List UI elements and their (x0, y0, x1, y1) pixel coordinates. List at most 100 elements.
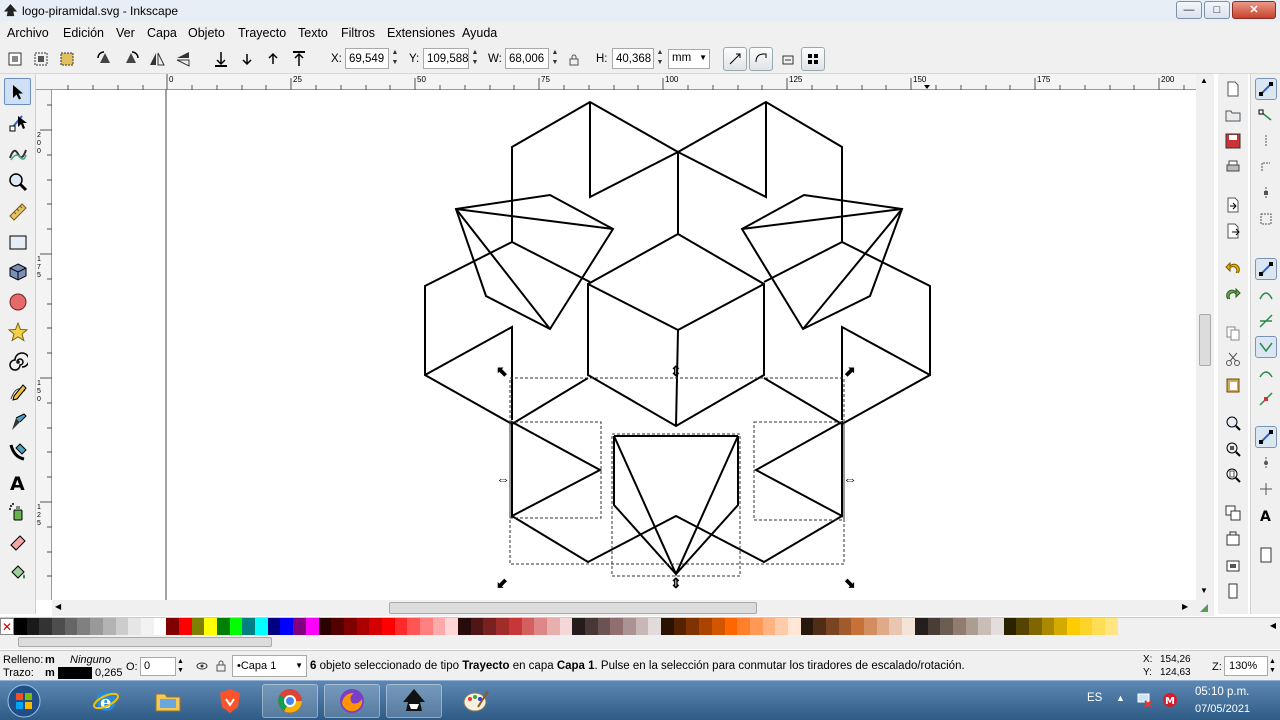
drawing-canvas[interactable]: ⬉ ⇕ ⬈ ⇔ ⇔ ⬋ ⇕ ⬊ (52, 90, 1196, 600)
palette-swatch[interactable] (178, 618, 192, 635)
tray-language[interactable]: ES (1087, 692, 1102, 704)
raise-to-top-button[interactable] (288, 48, 310, 70)
eye-visibility-icon[interactable] (196, 661, 208, 671)
palette-swatch[interactable] (914, 618, 928, 635)
scroll-down-icon[interactable]: ▼ (1200, 586, 1208, 595)
no-paint-swatch[interactable]: ✕ (0, 618, 14, 635)
path-top-right-fold[interactable] (677, 102, 767, 199)
palette-swatch[interactable] (280, 618, 294, 635)
palette-swatch[interactable] (876, 618, 890, 635)
export-button[interactable] (1222, 220, 1244, 242)
palette-swatch[interactable] (826, 618, 839, 635)
palette-swatch[interactable] (1105, 618, 1118, 635)
text-tool[interactable]: A (4, 468, 31, 495)
palette-swatch[interactable] (686, 618, 700, 635)
snap-bbox-midpoint-toggle[interactable] (1255, 182, 1277, 204)
palette-swatch[interactable] (204, 618, 217, 635)
palette-swatch[interactable] (64, 618, 78, 635)
palette-swatch[interactable] (331, 618, 344, 635)
copy-button[interactable] (1222, 322, 1244, 344)
open-button[interactable] (1222, 104, 1244, 126)
eraser-tool[interactable] (4, 528, 31, 555)
palette-swatch[interactable] (1079, 618, 1093, 635)
palette-swatch[interactable] (153, 618, 167, 635)
palette-swatch[interactable] (191, 618, 205, 635)
scale-handle-left[interactable]: ⇔ (496, 472, 510, 486)
palette-swatch[interactable] (77, 618, 91, 635)
palette-swatch[interactable] (724, 618, 738, 635)
rectangle-tool[interactable] (4, 228, 31, 255)
taskbar-chrome[interactable] (262, 684, 318, 718)
zoom-drawing-button[interactable] (1222, 438, 1244, 460)
palette-swatch[interactable] (508, 618, 522, 635)
palette-swatch[interactable] (749, 618, 763, 635)
network-icon[interactable] (1137, 693, 1153, 707)
palette-swatch[interactable] (1016, 618, 1029, 635)
palette-scroll-thumb[interactable] (18, 637, 272, 647)
lock-icon[interactable] (569, 54, 579, 66)
tray-expand-icon[interactable]: ▲ (1116, 693, 1125, 703)
palette-swatch[interactable] (166, 618, 179, 635)
import-button[interactable] (1222, 194, 1244, 216)
tray-time[interactable]: 05:10 p.m. (1195, 686, 1249, 698)
path-lower-left-triangle[interactable] (511, 420, 603, 518)
palette-swatch[interactable] (521, 618, 535, 635)
scale-handle-top-left[interactable]: ⬉ (496, 364, 508, 378)
palette-swatch[interactable] (673, 618, 687, 635)
path-top-right-hex[interactable] (677, 100, 843, 283)
menu-extensiones[interactable]: Extensiones (387, 26, 455, 40)
palette-swatch[interactable] (1003, 618, 1017, 635)
path-center-cube-edges[interactable] (587, 283, 765, 427)
palette-swatch[interactable] (737, 618, 750, 635)
palette-swatch[interactable] (648, 618, 662, 635)
palette-swatch[interactable] (343, 618, 357, 635)
palette-swatch[interactable] (623, 618, 636, 635)
palette-swatch[interactable] (128, 618, 141, 635)
drawing-artwork[interactable] (52, 90, 1196, 600)
path-top-left-fold[interactable] (589, 102, 679, 199)
fill-value[interactable]: Ninguno (70, 654, 111, 666)
horizontal-scrollbar[interactable]: ◀ ▶ (52, 600, 1214, 616)
palette-swatch[interactable] (990, 618, 1004, 635)
w-input[interactable]: 68,006 (505, 48, 549, 69)
palette-swatch[interactable] (584, 618, 598, 635)
vertical-scrollbar[interactable]: ▲ ▼ (1196, 74, 1214, 600)
unit-select[interactable]: mm ▼ (668, 49, 710, 69)
paint-bucket-tool[interactable] (4, 558, 31, 585)
palette-swatch[interactable] (420, 618, 433, 635)
palette-swatch[interactable] (445, 618, 459, 635)
menu-texto[interactable]: Texto (298, 26, 328, 40)
palette-swatch[interactable] (267, 618, 281, 635)
palette-swatch[interactable] (851, 618, 865, 635)
palette-swatch[interactable] (902, 618, 915, 635)
path-bottom-zigzag[interactable] (511, 514, 843, 564)
palette-swatch[interactable] (1067, 618, 1080, 635)
snap-text-baseline-toggle[interactable]: A (1255, 504, 1277, 526)
palette-swatch[interactable] (610, 618, 623, 635)
palette-swatch[interactable] (711, 618, 725, 635)
snap-intersections-toggle[interactable] (1255, 310, 1277, 332)
palette-menu-icon[interactable]: ◀ (1270, 621, 1276, 630)
group-button[interactable] (1222, 580, 1244, 602)
scale-stroke-toggle[interactable] (723, 47, 747, 71)
palette-swatch[interactable] (787, 618, 801, 635)
paste-button[interactable] (1222, 374, 1244, 396)
print-button[interactable] (1222, 156, 1244, 178)
opacity-input[interactable]: 0 (140, 657, 176, 676)
select-all-layers-button[interactable] (30, 48, 52, 70)
stroke-color-swatch[interactable] (58, 667, 92, 679)
raise-button[interactable] (262, 48, 284, 70)
palette-swatch[interactable] (813, 618, 826, 635)
snap-object-midpoints-toggle[interactable] (1255, 452, 1277, 474)
x-input[interactable]: 69,549 (345, 48, 389, 69)
scale-corners-toggle[interactable] (749, 47, 773, 71)
palette-swatch[interactable] (483, 618, 497, 635)
lower-button[interactable] (236, 48, 258, 70)
path-right-pyramid[interactable] (740, 193, 904, 331)
vertical-scroll-thumb[interactable] (1199, 314, 1211, 366)
snap-others-toggle[interactable] (1255, 426, 1277, 448)
palette-swatch[interactable] (952, 618, 966, 635)
horizontal-ruler[interactable]: 0 25 50 75 100 125 150 175 200 (36, 74, 1196, 90)
tray-date[interactable]: 07/05/2021 (1195, 703, 1250, 715)
calligraphy-tool[interactable] (4, 438, 31, 465)
